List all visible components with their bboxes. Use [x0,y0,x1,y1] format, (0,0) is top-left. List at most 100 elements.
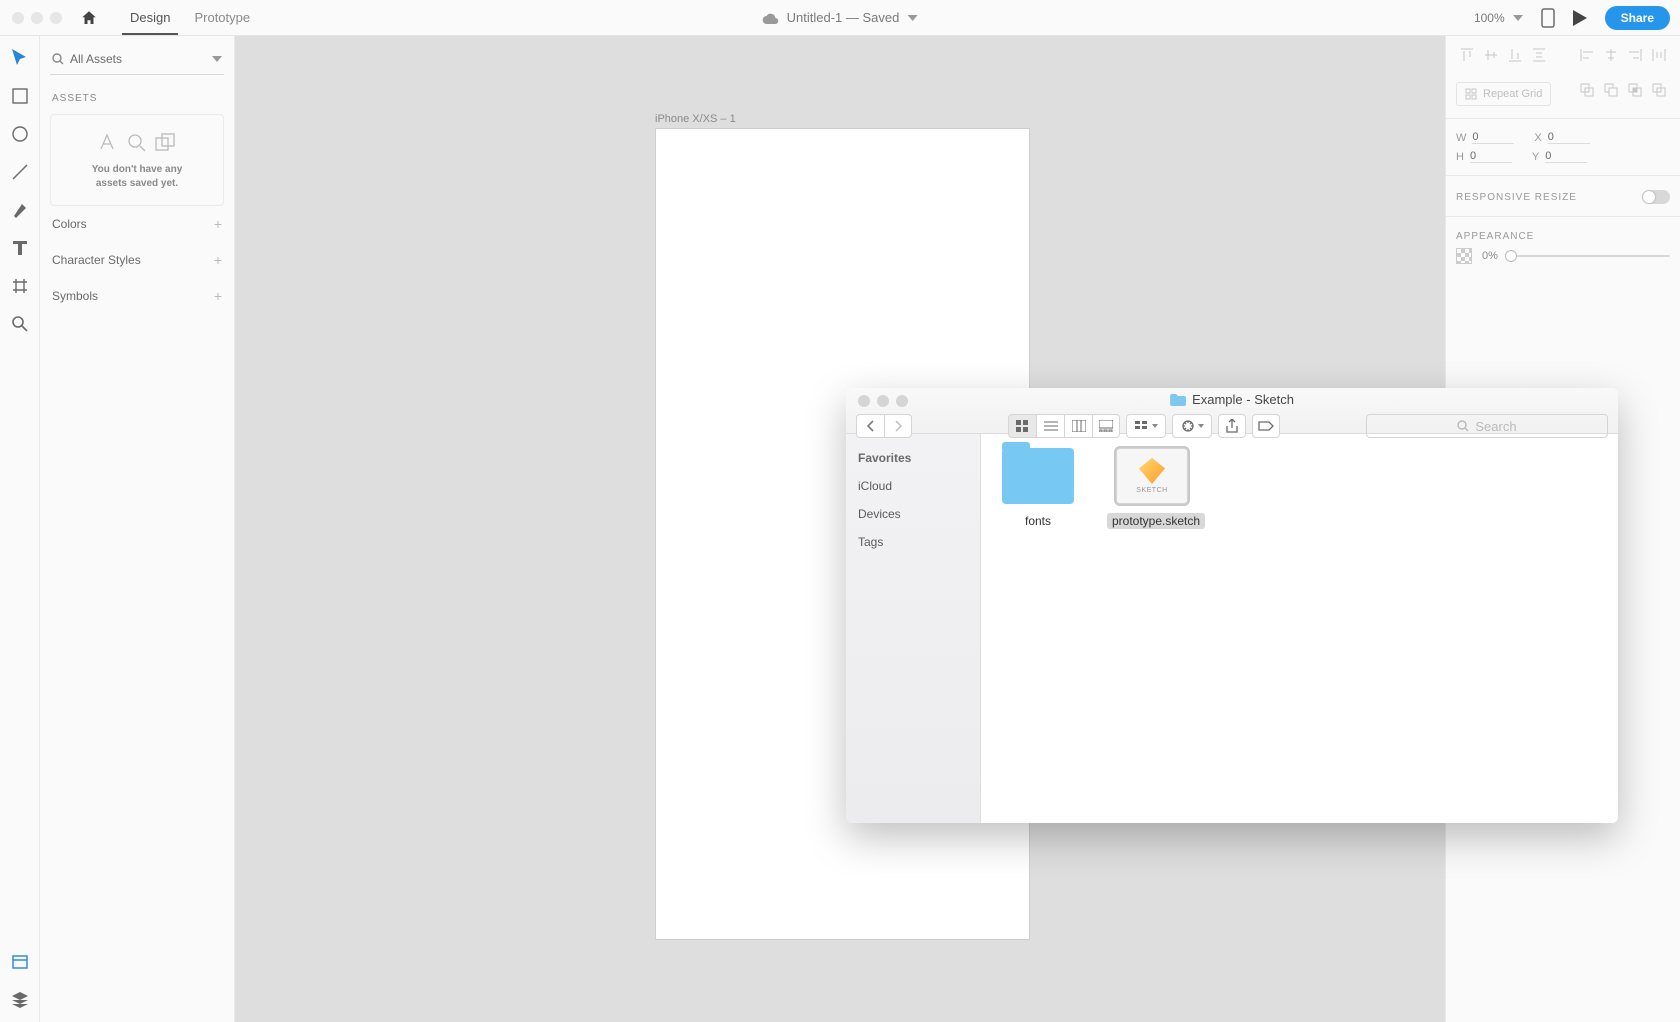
group-by-button[interactable] [1126,414,1166,438]
view-column-button[interactable] [1064,414,1092,438]
zoom-dot[interactable] [50,12,62,24]
line-tool[interactable] [10,162,30,182]
plus-icon[interactable]: + [214,288,222,304]
finder-item-fonts[interactable]: fonts [993,448,1083,530]
opacity-control[interactable]: 0% [1456,248,1670,264]
responsive-label: RESPONSIVE RESIZE [1456,192,1577,203]
boolean-intersect-icon[interactable] [1624,79,1646,101]
ellipse-tool[interactable] [10,124,30,144]
layers-panel-icon[interactable] [10,990,30,1010]
assets-search[interactable]: All Assets [50,48,224,75]
repeat-grid-button[interactable]: Repeat Grid [1456,82,1551,106]
tab-prototype[interactable]: Prototype [182,0,262,35]
sidebar-devices[interactable]: Devices [858,500,968,528]
view-gallery-button[interactable] [1092,414,1120,438]
align-left-icon[interactable] [1576,44,1598,66]
finder-search-placeholder: Search [1475,419,1516,434]
view-list-button[interactable] [1036,414,1064,438]
pen-tool[interactable] [10,200,30,220]
home-icon[interactable] [80,9,98,27]
x-input[interactable] [1548,131,1590,144]
distribute-v-icon[interactable] [1528,44,1550,66]
tab-design[interactable]: Design [118,0,182,35]
close-dot[interactable] [12,12,24,24]
assets-panel-icon[interactable] [10,952,30,972]
zoom-value: 100% [1474,11,1505,25]
responsive-toggle[interactable] [1642,190,1670,204]
width-field[interactable]: W [1456,131,1514,144]
search-icon [52,53,64,65]
width-input[interactable] [1472,131,1514,144]
finder-window-controls [858,395,908,407]
align-right-icon[interactable] [1624,44,1646,66]
chevron-down-icon [1513,15,1523,21]
boolean-subtract-icon[interactable] [1600,79,1622,101]
y-field[interactable]: Y [1532,150,1587,163]
action-menu-button[interactable] [1172,414,1212,438]
empty-text-1: You don't have any [92,164,183,175]
symbols-section[interactable]: Symbols + [50,278,224,314]
y-input[interactable] [1545,150,1587,163]
chevron-down-icon [212,56,222,62]
symbols-icon [155,133,177,153]
align-hcenter-icon[interactable] [1600,44,1622,66]
sidebar-icloud[interactable]: iCloud [858,472,968,500]
finder-item-sketch[interactable]: prototype.sketch [1107,448,1197,530]
chevron-down-icon [907,15,917,21]
align-bottom-icon[interactable] [1504,44,1526,66]
finder-content[interactable]: fonts prototype.sketch [981,434,1618,823]
document-title[interactable]: Untitled-1 — Saved [763,10,918,25]
share-menu-button[interactable] [1218,414,1246,438]
finder-zoom-dot[interactable] [896,395,908,407]
align-vcenter-icon[interactable] [1480,44,1502,66]
finder-body: Favorites iCloud Devices Tags fonts prot… [846,434,1618,823]
finder-search[interactable]: Search [1366,414,1608,438]
play-icon[interactable] [1573,10,1587,26]
finder-forward-button[interactable] [884,414,912,438]
align-top-icon[interactable] [1456,44,1478,66]
text-tool[interactable] [10,238,30,258]
finder-close-dot[interactable] [858,395,870,407]
finder-back-button[interactable] [856,414,884,438]
window-controls [12,12,62,24]
symbols-label: Symbols [52,289,98,303]
zoom-tool[interactable] [10,314,30,334]
topbar-right: 100% Share [1474,6,1670,30]
distribute-h-icon[interactable] [1648,44,1670,66]
boolean-exclude-icon[interactable] [1648,79,1670,101]
cloud-icon [763,12,779,24]
boolean-add-icon[interactable] [1576,79,1598,101]
tags-button[interactable] [1252,414,1280,438]
file-name: prototype.sketch [1107,513,1205,529]
finder-title-text: Example - Sketch [1192,392,1294,407]
plus-icon[interactable]: + [214,252,222,268]
search-assets-icon [127,133,147,153]
artboard-label[interactable]: iPhone X/XS – 1 [655,113,736,125]
sidebar-favorites[interactable]: Favorites [858,444,968,472]
colors-label: Colors [52,217,87,231]
finder-window[interactable]: Example - Sketch Search Fav [846,388,1618,823]
height-input[interactable] [1470,150,1512,163]
colors-section[interactable]: Colors + [50,206,224,242]
opacity-slider[interactable] [1508,255,1670,257]
doc-title-text: Untitled-1 — Saved [787,10,900,25]
rectangle-tool[interactable] [10,86,30,106]
view-icon-button[interactable] [1008,414,1036,438]
finder-titlebar[interactable]: Example - Sketch Search [846,388,1618,434]
folder-icon [1002,448,1074,504]
x-field[interactable]: X [1534,131,1589,144]
share-button[interactable]: Share [1605,6,1670,30]
finder-minimize-dot[interactable] [877,395,889,407]
sidebar-tags[interactable]: Tags [858,528,968,556]
sketch-file-icon [1116,448,1188,504]
char-styles-label: Character Styles [52,253,141,267]
plus-icon[interactable]: + [214,216,222,232]
minimize-dot[interactable] [31,12,43,24]
device-preview-icon[interactable] [1541,8,1555,28]
mode-tabs: Design Prototype [118,0,262,35]
char-styles-section[interactable]: Character Styles + [50,242,224,278]
height-field[interactable]: H [1456,150,1512,163]
zoom-control[interactable]: 100% [1474,11,1523,25]
select-tool[interactable] [10,48,30,68]
artboard-tool[interactable] [10,276,30,296]
